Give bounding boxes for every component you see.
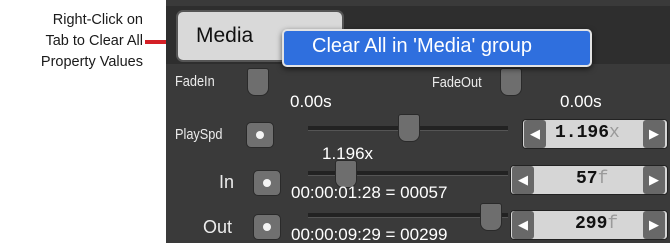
out-stepper-number: 299	[575, 214, 608, 234]
in-reset-button[interactable]	[253, 170, 281, 196]
in-stepper-value[interactable]: 57f	[576, 169, 608, 189]
out-timecode: 00:00:09:29 = 00299	[291, 225, 448, 244]
playspd-decrement-button[interactable]: ◀	[524, 120, 546, 148]
playspd-reset-button[interactable]	[246, 122, 274, 148]
context-menu-item-clear-all[interactable]: Clear All in 'Media' group	[312, 35, 532, 58]
playspd-label: PlaySpd	[175, 126, 223, 143]
out-reset-button[interactable]	[253, 214, 281, 240]
playspd-stepper-unit: x	[609, 123, 620, 143]
reset-dot-icon	[256, 131, 264, 139]
fadeout-slider-handle[interactable]	[500, 68, 522, 96]
in-increment-button[interactable]: ▶	[643, 166, 665, 194]
out-increment-button[interactable]: ▶	[643, 211, 665, 239]
playspd-slider-handle[interactable]	[398, 114, 420, 142]
out-stepper-value[interactable]: 299f	[575, 214, 618, 234]
playspd-increment-button[interactable]: ▶	[643, 120, 665, 148]
out-label: Out	[203, 217, 233, 237]
playspd-stepper-value[interactable]: 1.196x	[555, 123, 620, 143]
annotation-text: Right-Click on Tab to Clear All Property…	[0, 10, 143, 73]
reset-dot-icon	[263, 223, 271, 231]
out-stepper-unit: f	[607, 214, 619, 234]
fadein-label: FadeIn	[175, 73, 215, 90]
out-decrement-button[interactable]: ◀	[512, 211, 534, 239]
out-slider-handle[interactable]	[480, 203, 502, 231]
in-timecode: 00:00:01:28 = 00057	[291, 183, 448, 202]
fadeout-label: FadeOut	[432, 74, 482, 91]
in-label: In	[219, 172, 235, 192]
in-stepper-unit: f	[597, 169, 609, 189]
fadein-slider-handle[interactable]	[247, 68, 269, 96]
out-slider-track[interactable]	[308, 213, 508, 218]
fadein-value: 0.00s	[290, 92, 332, 111]
annotation-line-3: Property Values	[40, 54, 143, 70]
tab-media-label: Media	[196, 24, 254, 47]
fadeout-value: 0.00s	[560, 92, 602, 111]
in-decrement-button[interactable]: ◀	[512, 166, 534, 194]
reset-dot-icon	[263, 179, 271, 187]
annotation-line-1: Right-Click on	[52, 12, 143, 28]
playspd-stepper-number: 1.196	[555, 123, 610, 143]
annotation-line-2: Tab to Clear All	[45, 33, 143, 49]
in-stepper-number: 57	[576, 169, 598, 189]
